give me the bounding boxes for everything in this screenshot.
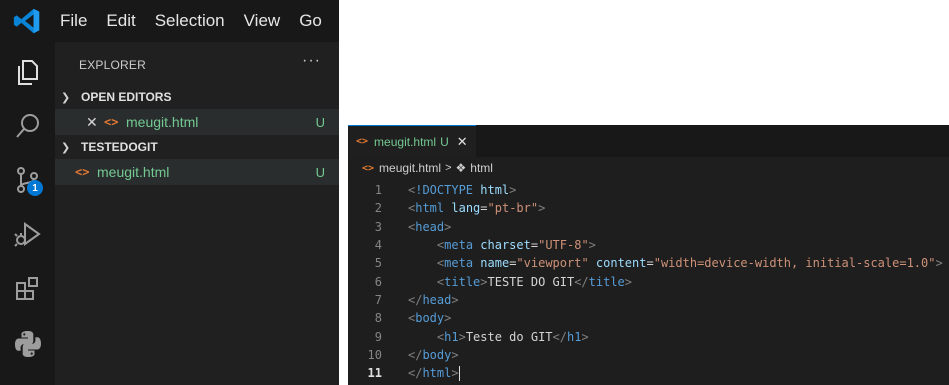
html-file-icon: <> — [75, 165, 90, 179]
folder-file-item[interactable]: <> meugit.html U — [55, 159, 339, 185]
chevron-right-icon: > — [445, 162, 452, 174]
line-number: 1 — [374, 183, 382, 198]
scm-badge: 1 — [27, 180, 43, 196]
line-number: 11 — [367, 366, 382, 381]
line-source: <meta name="viewport" content="width=dev… — [436, 256, 943, 271]
menu-selection[interactable]: Selection — [155, 11, 225, 31]
vscode-window: File Edit Selection View Go 1 EXPLORER ·… — [0, 0, 339, 385]
line-number: 10 — [367, 347, 382, 362]
search-icon[interactable] — [12, 110, 44, 142]
line-number: 9 — [374, 329, 382, 344]
text-cursor — [458, 365, 460, 381]
open-editor-item[interactable]: ✕ <> meugit.html U — [55, 109, 339, 135]
code-editor[interactable]: 1 <!DOCTYPE html> 2 <html lang="pt-br"> 3 <he… — [348, 181, 949, 382]
code-line[interactable]: 3 <head> — [348, 218, 949, 236]
code-line[interactable]: 6 <title>TESTE DO GIT</title> — [348, 272, 949, 290]
more-actions-icon[interactable]: ··· — [302, 52, 321, 70]
chevron-down-icon: ❯ — [61, 141, 71, 154]
line-number: 4 — [374, 238, 382, 253]
extensions-icon[interactable] — [12, 274, 44, 306]
explorer-icon[interactable] — [12, 56, 44, 88]
menu-items: File Edit Selection View Go — [60, 0, 339, 42]
open-editors-label: OPEN EDITORS — [81, 90, 172, 104]
git-status-badge: U — [315, 164, 325, 180]
code-line[interactable]: 2 <html lang="pt-br"> — [348, 199, 949, 217]
code-line[interactable]: 4 <meta charset="UTF-8"> — [348, 236, 949, 254]
tab-bar: <> meugit.html U ✕ — [348, 125, 949, 157]
line-source: <body> — [408, 311, 452, 326]
menu-view[interactable]: View — [244, 11, 281, 31]
line-source: </head> — [408, 292, 459, 307]
open-editors-header[interactable]: ❯ OPEN EDITORS — [55, 86, 339, 108]
close-icon[interactable]: ✕ — [457, 134, 468, 150]
python-icon[interactable] — [12, 328, 44, 360]
code-line[interactable]: 5 <meta name="viewport" content="width=d… — [348, 254, 949, 272]
git-status-badge: U — [315, 114, 325, 130]
open-editor-filename: meugit.html — [126, 114, 199, 130]
html-file-icon: <> — [362, 162, 375, 174]
line-source: <meta charset="UTF-8"> — [436, 238, 596, 253]
explorer-sidebar: EXPLORER ··· ❯ OPEN EDITORS ✕ <> meugit.… — [55, 42, 339, 385]
line-number: 7 — [374, 292, 382, 307]
code-line[interactable]: 1 <!DOCTYPE html> — [348, 181, 949, 199]
tab-git-status: U — [440, 134, 449, 149]
breadcrumb: <> meugit.html > ❖ html — [348, 157, 949, 179]
html-file-icon: <> — [104, 115, 119, 129]
vscode-logo-icon — [12, 6, 42, 36]
code-line[interactable]: 8 <body> — [348, 309, 949, 327]
html-file-icon: <> — [356, 136, 369, 147]
code-line[interactable]: 10 </body> — [348, 346, 949, 364]
line-number: 6 — [374, 274, 382, 289]
breadcrumb-element[interactable]: html — [470, 161, 493, 175]
line-number: 2 — [374, 201, 382, 216]
folder-header[interactable]: ❯ TESTEDOGIT — [55, 136, 339, 158]
breadcrumb-file[interactable]: meugit.html — [379, 161, 441, 175]
menu-go[interactable]: Go — [299, 11, 322, 31]
run-debug-icon[interactable] — [12, 218, 44, 250]
line-source: <html lang="pt-br"> — [408, 201, 546, 216]
folder-filename: meugit.html — [97, 164, 170, 180]
chevron-down-icon: ❯ — [61, 91, 71, 104]
tab-filename: meugit.html — [374, 134, 437, 149]
explorer-title: EXPLORER — [79, 58, 146, 72]
code-line[interactable]: 9 <h1>Teste do GIT</h1> — [348, 327, 949, 345]
code-line[interactable]: 7 </head> — [348, 291, 949, 309]
folder-label: TESTEDOGIT — [81, 140, 158, 154]
line-source: <title>TESTE DO GIT</title> — [436, 274, 633, 289]
code-line[interactable]: 11 </html> — [348, 364, 949, 382]
menu-file[interactable]: File — [60, 11, 87, 31]
element-icon: ❖ — [455, 161, 467, 175]
line-number: 8 — [374, 311, 382, 326]
line-number: 5 — [374, 256, 382, 271]
line-source: <!DOCTYPE html> — [408, 183, 517, 198]
line-source: </html> — [408, 365, 460, 381]
editor-tab[interactable]: <> meugit.html U ✕ — [348, 125, 476, 157]
menu-edit[interactable]: Edit — [106, 11, 135, 31]
line-source: <head> — [408, 219, 452, 234]
editor-panel: <> meugit.html U ✕ <> meugit.html > ❖ ht… — [348, 125, 949, 385]
line-number: 3 — [374, 219, 382, 234]
close-icon[interactable]: ✕ — [86, 114, 104, 131]
menu-bar: File Edit Selection View Go — [0, 0, 339, 42]
activity-bar: 1 — [0, 42, 55, 385]
line-source: <h1>Teste do GIT</h1> — [436, 329, 589, 344]
line-source: </body> — [408, 347, 459, 362]
